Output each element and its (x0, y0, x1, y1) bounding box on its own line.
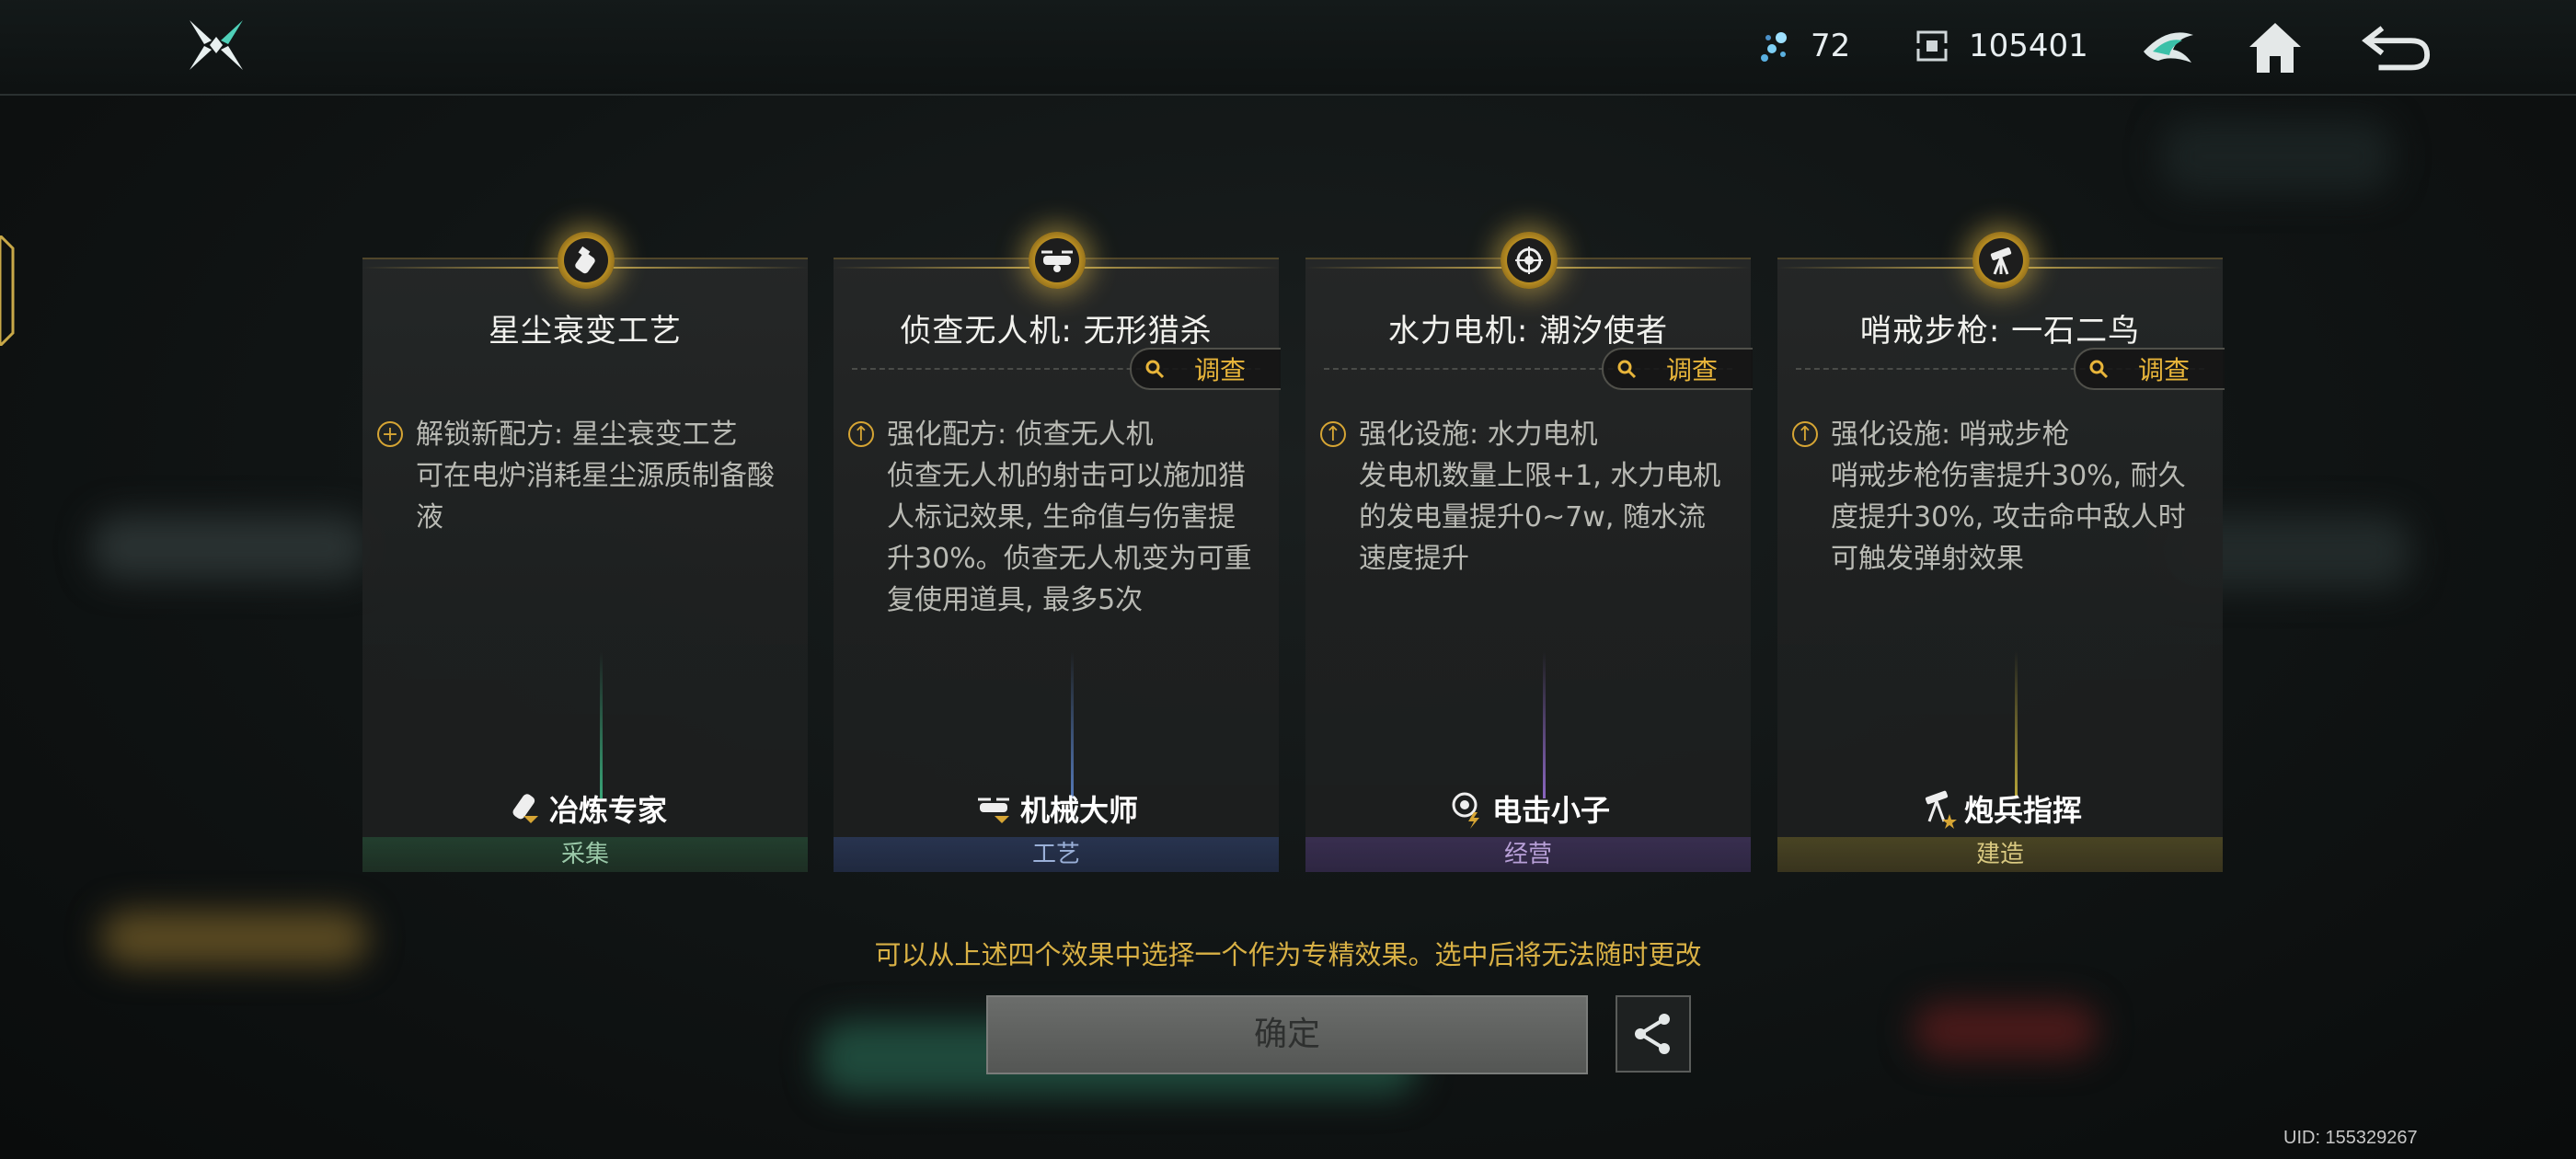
share-button[interactable] (1616, 995, 1691, 1073)
side-tab-handle[interactable] (0, 233, 17, 349)
card-title: 哨戒步枪: 一石二鸟 (1859, 313, 2141, 350)
investigate-label: 调查 (1194, 355, 1247, 385)
faction-emblem-icon (2144, 32, 2193, 63)
effect-card[interactable]: 侦查无人机: 无形猎杀 调查 ↑ 强化配方: 侦查无人机 侦查无人机的射击可以施… (834, 232, 1281, 872)
desc-head: 强化设施: 哨戒步枪 (1831, 419, 2070, 451)
search-icon (2089, 360, 2109, 379)
card-description: ↑ 强化设施: 哨戒步枪 哨戒步枪伤害提升30%, 耐久度提升30%, 攻击命中… (1792, 414, 2204, 580)
desc-body: 哨戒步枪伤害提升30%, 耐久度提升30%, 攻击命中敌人时可触发弹射效果 (1831, 460, 2186, 575)
card-role: 电击小子 (1305, 787, 1751, 830)
role-name: 电击小子 (1491, 793, 1610, 828)
investigate-button[interactable]: 调查 (1602, 348, 1753, 390)
engineer-role-icon (977, 798, 1009, 823)
artillery-role-icon (1925, 790, 1957, 829)
card-title: 侦查无人机: 无形猎杀 (900, 313, 1213, 350)
role-name: 冶炼专家 (548, 793, 667, 828)
back-button[interactable] (2361, 11, 2432, 83)
investigate-button[interactable]: 调查 (2074, 348, 2225, 390)
smelter-role-icon (512, 794, 538, 823)
faction-button[interactable] (2133, 11, 2204, 83)
card-description: ↑ 强化设施: 水力电机 发电机数量上限+1, 水力电机的发电量提升0~7w, … (1320, 414, 1732, 580)
chip-count: 105401 (1969, 28, 2088, 64)
card-role: 炮兵指挥 (1777, 787, 2223, 830)
category-bar: 建造 (1777, 837, 2223, 872)
game-logo-icon (184, 17, 248, 74)
flask-icon (575, 246, 595, 274)
sentry-rifle-icon (1990, 247, 2012, 275)
card-emblem (1501, 232, 1558, 289)
card-emblem (1972, 232, 2030, 289)
share-icon (1635, 1014, 1670, 1054)
upgrade-bullet-icon: ↑ (1320, 421, 1346, 447)
category-bar: 工艺 (834, 837, 1279, 872)
card-description: + 解锁新配方: 星尘衰变工艺 可在电炉消耗星尘源质制备酸液 (377, 414, 789, 538)
desc-head: 解锁新配方: 星尘衰变工艺 (416, 419, 738, 451)
chip-counter: 105401 (1915, 18, 2088, 74)
card-title: 水力电机: 潮汐使者 (1387, 313, 1669, 350)
desc-body: 发电机数量上限+1, 水力电机的发电量提升0~7w, 随水流速度提升 (1359, 460, 1721, 575)
search-icon (1617, 360, 1637, 379)
investigate-label: 调查 (1666, 355, 1719, 385)
effect-card[interactable]: 水力电机: 潮汐使者 调查 ↑ 强化设施: 水力电机 发电机数量上限+1, 水力… (1305, 232, 1753, 872)
back-arrow-icon (2362, 26, 2431, 71)
card-emblem (558, 232, 615, 289)
card-title: 星尘衰变工艺 (489, 313, 682, 350)
water-turbine-icon (1515, 247, 1543, 274)
desc-body: 侦查无人机的射击可以施加猎人标记效果, 生命值与伤害提升30%。侦查无人机变为可… (887, 460, 1252, 616)
light-beam (1543, 651, 1546, 798)
light-beam (600, 651, 603, 798)
electrician-role-icon (1452, 792, 1479, 829)
drone-icon (1041, 250, 1073, 272)
card-role: 机械大师 (834, 787, 1279, 830)
upgrade-bullet-icon: ↑ (848, 421, 874, 447)
selection-hint: 可以从上述四个效果中选择一个作为专精效果。选中后将无法随时更改 (874, 939, 1702, 970)
investigate-button[interactable]: 调查 (1130, 348, 1281, 390)
stardust-icon (1761, 32, 1787, 62)
effect-card[interactable]: 星尘衰变工艺 + 解锁新配方: 星尘衰变工艺 可在电炉消耗星尘源质制备酸液 冶炼… (362, 232, 808, 872)
stardust-counter: 72 (1757, 18, 1850, 74)
home-button[interactable] (2239, 11, 2311, 83)
investigate-label: 调查 (2138, 355, 2191, 385)
card-description: ↑ 强化配方: 侦查无人机 侦查无人机的射击可以施加猎人标记效果, 生命值与伤害… (848, 414, 1260, 621)
desc-body: 可在电炉消耗星尘源质制备酸液 (416, 460, 775, 534)
unlock-bullet-icon: + (377, 421, 403, 447)
card-role: 冶炼专家 (362, 787, 808, 830)
user-id: UID: 155329267 (2283, 1128, 2418, 1148)
home-icon (2249, 23, 2301, 73)
chip-icon (1915, 30, 1949, 62)
top-bar: 72 105401 (0, 0, 2576, 96)
effect-card[interactable]: 哨戒步枪: 一石二鸟 调查 ↑ 强化设施: 哨戒步枪 哨戒步枪伤害提升30%, … (1777, 232, 2225, 872)
search-icon (1145, 360, 1165, 379)
upgrade-bullet-icon: ↑ (1792, 421, 1818, 447)
light-beam (2015, 651, 2018, 798)
confirm-button[interactable]: 确定 (986, 995, 1588, 1074)
desc-head: 强化配方: 侦查无人机 (887, 419, 1154, 451)
role-name: 炮兵指挥 (1963, 793, 2082, 828)
card-emblem (1029, 232, 1086, 289)
category-bar: 经营 (1305, 837, 1751, 872)
category-bar: 采集 (362, 837, 808, 872)
stardust-count: 72 (1811, 28, 1851, 64)
role-name: 机械大师 (1019, 793, 1138, 828)
desc-head: 强化设施: 水力电机 (1359, 419, 1598, 451)
light-beam (1071, 651, 1074, 798)
